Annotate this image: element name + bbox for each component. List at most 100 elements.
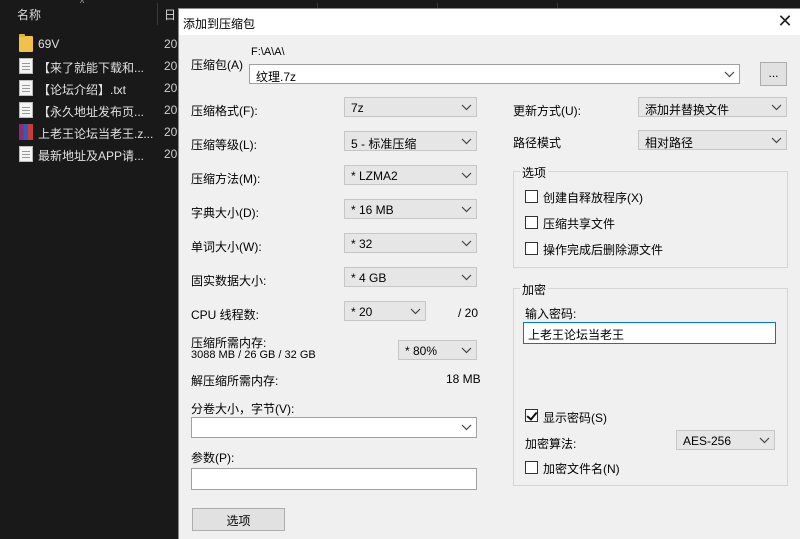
encryption-group: 加密 输入密码: 上老王论坛当老王 显示密码(S) 加密算法: AES-256 … — [513, 281, 788, 486]
list-item[interactable]: 69V 20 — [0, 33, 180, 55]
list-item[interactable]: 上老王论坛当老王.z... 20 — [0, 121, 180, 143]
file-name: 上老王论坛当老王.z... — [38, 127, 154, 141]
path-select[interactable]: 相对路径 — [638, 130, 787, 150]
list-item[interactable]: 【永久地址发布页... 20 — [0, 99, 180, 121]
file-name: 【来了就能下载和... — [38, 61, 145, 75]
method-select[interactable]: * LZMA2 — [344, 165, 477, 185]
archive-path: F:\A\A\ — [251, 46, 285, 58]
format-select[interactable]: 7z — [344, 97, 477, 117]
level-select[interactable]: 5 - 标准压缩 — [344, 131, 477, 151]
sort-up-icon: ^ — [80, 0, 85, 8]
sfx-label[interactable]: 创建自释放程序(X) — [543, 189, 643, 206]
enc-method-value: AES-256 — [683, 434, 732, 448]
list-item[interactable]: 【论坛介绍】.txt 20 — [0, 77, 180, 99]
chevron-down-icon — [759, 434, 770, 446]
chevron-down-icon — [461, 271, 472, 283]
file-name: 【论坛介绍】.txt — [38, 83, 127, 97]
mem-value: * 80% — [405, 344, 438, 358]
path-label: 路径模式 — [513, 136, 562, 150]
level-value: 5 - 标准压缩 — [351, 137, 417, 151]
method-value: * LZMA2 — [351, 169, 398, 183]
dialog-title: 添加到压缩包 — [183, 17, 256, 31]
threads-value: * 20 — [351, 305, 373, 319]
archive-name-combo[interactable]: 纹理.7z — [249, 64, 740, 84]
enc-method-label: 加密算法: — [525, 437, 577, 451]
sfx-checkbox[interactable] — [525, 190, 538, 203]
file-date: 20 — [164, 37, 178, 51]
file-date: 20 — [164, 147, 178, 161]
solid-value: * 4 GB — [351, 271, 387, 285]
options-button[interactable]: 选项 — [192, 508, 285, 531]
dict-select[interactable]: * 16 MB — [344, 199, 477, 219]
encrypt-filenames-label[interactable]: 加密文件名(N) — [543, 460, 620, 477]
threads-select[interactable]: * 20 — [344, 301, 426, 321]
chevron-down-icon — [461, 101, 472, 113]
text-file-icon — [19, 80, 33, 96]
path-value: 相对路径 — [645, 136, 694, 150]
threads-label: CPU 线程数: — [191, 308, 260, 322]
threads-total: / 20 — [458, 306, 479, 320]
list-item[interactable]: 最新地址及APP请... 20 — [0, 143, 180, 165]
level-label: 压缩等级(L): — [191, 138, 258, 152]
method-label: 压缩方法(M): — [191, 172, 261, 186]
text-file-icon — [19, 146, 33, 162]
update-label: 更新方式(U): — [513, 104, 581, 118]
options-group: 选项 创建自释放程序(X) 压缩共享文件 操作完成后删除源文件 — [513, 164, 788, 268]
archive-icon — [19, 124, 33, 140]
chevron-down-icon — [461, 421, 472, 433]
show-password-checkbox[interactable] — [525, 409, 538, 422]
password-label: 输入密码: — [525, 307, 577, 321]
encryption-group-title: 加密 — [520, 281, 549, 298]
update-select[interactable]: 添加并替换文件 — [638, 97, 787, 117]
file-list: 69V 20 【来了就能下载和... 20 【论坛介绍】.txt 20 【永久地… — [0, 33, 180, 165]
delete-label[interactable]: 操作完成后删除源文件 — [543, 241, 663, 258]
column-divider[interactable] — [157, 3, 158, 25]
chevron-down-icon — [771, 101, 782, 113]
browse-button[interactable]: ... — [760, 62, 787, 86]
params-input[interactable] — [191, 468, 477, 490]
encrypt-filenames-checkbox[interactable] — [525, 461, 538, 474]
word-value: * 32 — [351, 237, 373, 251]
password-input[interactable]: 上老王论坛当老王 — [523, 322, 776, 344]
chevron-down-icon — [461, 237, 472, 249]
file-name: 【永久地址发布页... — [38, 105, 145, 119]
folder-icon — [19, 34, 33, 52]
archive-label: 压缩包(A) — [191, 58, 243, 72]
text-file-icon — [19, 58, 33, 74]
chevron-down-icon — [461, 203, 472, 215]
mem-select[interactable]: * 80% — [398, 340, 477, 360]
file-date: 20 — [164, 59, 178, 73]
chevron-down-icon — [461, 169, 472, 181]
update-value: 添加并替换文件 — [645, 103, 730, 117]
file-date: 20 — [164, 125, 178, 139]
delete-checkbox[interactable] — [525, 242, 538, 255]
chevron-down-icon — [461, 135, 472, 147]
list-item[interactable]: 【来了就能下载和... 20 — [0, 55, 180, 77]
file-date: 20 — [164, 81, 178, 95]
close-icon[interactable]: ✕ — [775, 12, 795, 32]
file-date: 20 — [164, 103, 178, 117]
chevron-down-icon — [724, 68, 735, 80]
dialog-titlebar[interactable]: 添加到压缩包 ✕ — [179, 9, 800, 35]
show-password-label[interactable]: 显示密码(S) — [543, 409, 607, 426]
word-select[interactable]: * 32 — [344, 233, 477, 253]
enc-method-select[interactable]: AES-256 — [676, 430, 775, 450]
file-name: 69V — [38, 37, 60, 51]
chevron-down-icon — [461, 344, 472, 356]
shared-checkbox[interactable] — [525, 216, 538, 229]
dict-value: * 16 MB — [351, 203, 394, 217]
text-file-icon — [19, 102, 33, 118]
format-label: 压缩格式(F): — [191, 104, 258, 118]
shared-label[interactable]: 压缩共享文件 — [543, 215, 615, 232]
column-header-name[interactable]: 名称 — [17, 6, 41, 23]
column-header-date[interactable]: 日 — [164, 6, 176, 23]
decomp-label: 解压缩所需内存: — [191, 374, 279, 388]
solid-label: 固实数据大小: — [191, 274, 267, 288]
format-value: 7z — [351, 101, 364, 115]
params-label: 参数(P): — [191, 451, 235, 465]
decomp-value: 18 MB — [446, 372, 481, 386]
chevron-down-icon — [410, 305, 421, 317]
volume-combo[interactable] — [191, 417, 477, 438]
dict-label: 字典大小(D): — [191, 206, 259, 220]
solid-select[interactable]: * 4 GB — [344, 267, 477, 287]
